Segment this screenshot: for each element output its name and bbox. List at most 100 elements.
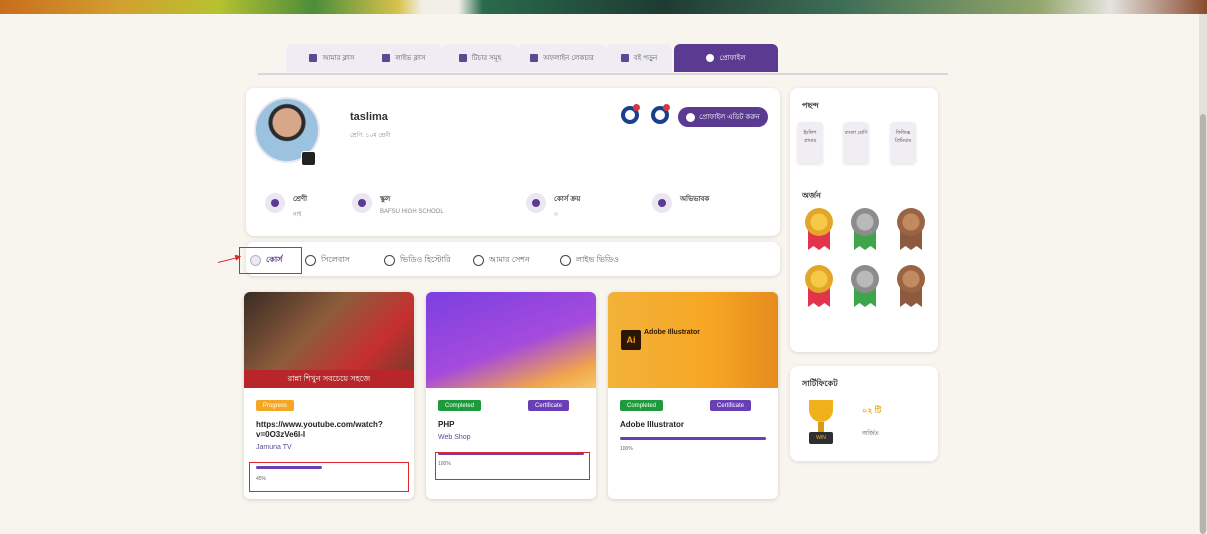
top-banner (0, 0, 1207, 14)
book-icon (620, 54, 629, 62)
play-icon (560, 255, 571, 266)
status-badge: Completed (620, 400, 664, 411)
gold-medal-icon (802, 208, 836, 252)
tab-books[interactable]: বই পড়ুন (606, 44, 672, 72)
edit-profile-button[interactable]: প্রোফাইল এডিট করুন (678, 107, 768, 127)
stat-label: কোর্স ক্রয় (554, 196, 581, 203)
cart-icon (526, 193, 546, 213)
history-icon (384, 255, 395, 266)
certificate-button[interactable]: Certificate (710, 400, 752, 411)
trophy-text: WIN (809, 432, 833, 444)
stat-value: ৩ (554, 212, 558, 218)
teacher-icon (530, 54, 539, 62)
thumbnail-caption: রান্না শিখুন সবচেয়ে সহজে (244, 370, 414, 388)
certificate-label: Certificate (717, 402, 745, 409)
course-thumbnail: রান্না শিখুন সবচেয়ে সহজে (244, 292, 414, 388)
trophy-icon: WIN (805, 400, 837, 446)
filter-label: সিলেবাস (321, 255, 350, 264)
filter-label: লাইভ ভিডিও (576, 255, 619, 264)
tab-label: টিচার সমূহ (471, 55, 502, 62)
school-icon (352, 193, 372, 213)
course-title: PHP (438, 420, 455, 429)
course-card[interactable]: Ai Adobe Illustrator Completed Certificat… (608, 292, 778, 499)
syllabus-icon (305, 255, 316, 266)
tab-my-class[interactable]: আমার ক্লাস (286, 44, 378, 72)
silver-medal-icon (848, 265, 882, 309)
highlight-box-progress (435, 452, 590, 480)
tab-label: লাইভ ক্লাস (395, 55, 426, 62)
filter-my-session[interactable]: আমার সেশন (473, 254, 530, 267)
class-icon (309, 54, 318, 62)
user-icon (686, 112, 696, 122)
silver-medal-icon (848, 208, 882, 252)
edit-profile-label: প্রোফাইল এডিট করুন (699, 114, 760, 121)
subjects-title: পছন্দ (802, 101, 819, 110)
video-icon (382, 54, 391, 62)
timer-icon (473, 255, 484, 266)
subject-label: ফিজিক্স প্রিমিয়াম (894, 130, 912, 144)
stat-value: BAFSU HIGH SCHOOL (380, 209, 444, 215)
illustrator-logo: Ai (621, 330, 641, 350)
profile-name: taslima (350, 111, 388, 123)
certificate-sublabel: অর্জিত (862, 431, 879, 437)
notification-dot (663, 104, 670, 111)
course-thumbnail (426, 292, 596, 388)
tab-profile[interactable]: প্রোফাইল (674, 44, 778, 72)
annotation-arrow (217, 256, 240, 263)
scrollbar[interactable] (1199, 14, 1207, 534)
bronze-medal-icon (894, 208, 928, 252)
stat-label: শ্রেণী (293, 196, 308, 203)
thumbnail-title: Adobe Illustrator (644, 329, 701, 336)
certificate-count: ০২ টি (862, 406, 882, 415)
stat-label: অভিভাবক (680, 196, 710, 203)
certificate-label: Certificate (535, 402, 563, 409)
stat-courses: কোর্স ক্রয় ৩ (526, 193, 580, 220)
certificates-title: সার্টিফিকেট (802, 379, 838, 388)
stat-guardian: অভিভাবক (652, 193, 709, 213)
tab-label: আমার ক্লাস (322, 55, 355, 62)
bronze-medal-icon (894, 265, 928, 309)
subject-chip[interactable]: ইংলিশ গ্রামার (797, 122, 823, 164)
scrollbar-thumb[interactable] (1200, 114, 1206, 534)
course-title: Adobe Illustrator (620, 420, 685, 429)
status-badge: Completed (438, 400, 482, 411)
message-ring-icon[interactable] (651, 104, 670, 124)
achievements-title: অর্জন (802, 191, 821, 200)
subject-chip[interactable]: বাংলা শ্রেণি (843, 122, 869, 164)
subject-label: বাংলা শ্রেণি (844, 130, 868, 136)
subject-label: ইংলিশ গ্রামার (803, 130, 817, 144)
highlight-box-courses-filter (239, 247, 302, 274)
progress-bar (620, 437, 766, 440)
tab-teachers[interactable]: টিচার সমূহ (442, 44, 518, 72)
tab-bar: আমার ক্লাস লাইভ ক্লাস টিচার সমূহ অফলাইন … (258, 44, 948, 75)
progress-label: 100% (620, 446, 633, 452)
course-subtitle: Web Shop (438, 434, 471, 441)
filter-label: আমার সেশন (489, 255, 530, 264)
camera-icon[interactable] (301, 151, 316, 166)
guardian-icon (652, 193, 672, 213)
subject-chip[interactable]: ফিজিক্স প্রিমিয়াম (890, 122, 916, 164)
course-subtitle: Jamuna TV (256, 444, 292, 451)
class-icon (265, 193, 285, 213)
teacher-icon (458, 54, 467, 62)
user-icon (706, 54, 715, 62)
notification-ring-icon[interactable] (621, 104, 640, 124)
tab-offline-lecture[interactable]: অফলাইন লেকচার (518, 44, 606, 72)
certificate-button[interactable]: Certificate (528, 400, 570, 411)
tab-live-class[interactable]: লাইভ ক্লাস (366, 44, 442, 72)
status-badge: Progress (256, 400, 295, 411)
highlight-box-progress (249, 462, 409, 492)
filter-video-history[interactable]: ভিডিও হিস্টোরি (384, 254, 451, 267)
stat-school: স্কুল BAFSU HIGH SCHOOL (352, 193, 444, 215)
tab-label: প্রোফাইল (719, 55, 746, 62)
profile-subtitle: শ্রেণি: ১০ম শ্রেণী (350, 133, 391, 139)
notification-dot (633, 104, 640, 111)
stat-label: স্কুল (380, 196, 391, 203)
tab-label: অফলাইন লেকচার (543, 55, 594, 62)
course-title: https://www.youtube.com/watch?v=0O3zVe6I… (256, 420, 383, 439)
tab-label: বই পড়ুন (633, 55, 658, 62)
stat-class: শ্রেণী নাই (265, 193, 307, 220)
filter-syllabus[interactable]: সিলেবাস (305, 254, 350, 267)
filter-live-video[interactable]: লাইভ ভিডিও (560, 254, 619, 267)
filter-label: ভিডিও হিস্টোরি (400, 255, 451, 264)
